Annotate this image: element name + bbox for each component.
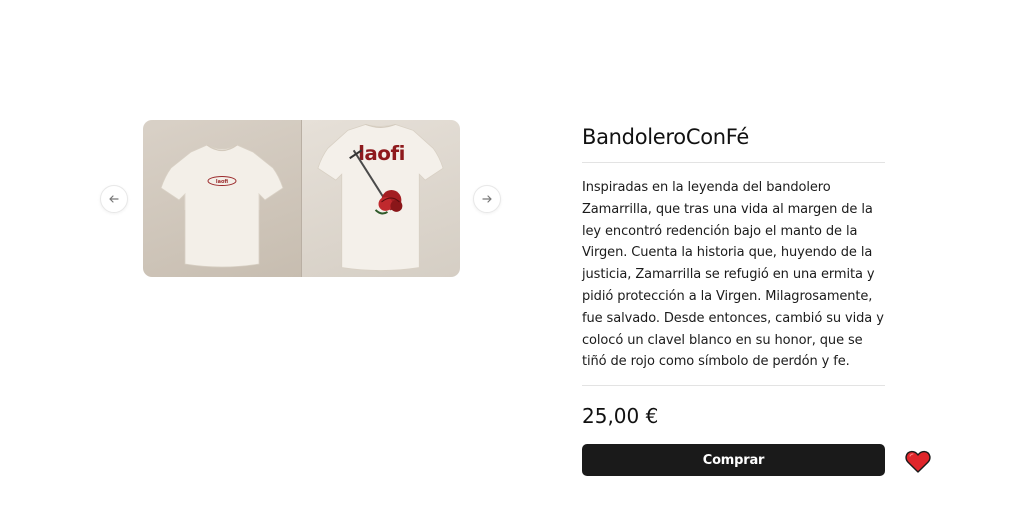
product-info: BandoleroConFé Inspiradas en la leyenda …: [582, 120, 885, 477]
favorite-button[interactable]: [905, 450, 931, 474]
buy-button[interactable]: Comprar: [582, 444, 885, 477]
arrow-right-icon: [482, 195, 492, 203]
gallery-next-button[interactable]: [473, 185, 501, 213]
gallery-prev-button[interactable]: [100, 185, 128, 213]
product-description: Inspiradas en la leyenda del bandolero Z…: [582, 180, 884, 370]
product-title: BandoleroConFé: [582, 125, 750, 149]
product-gallery: laofi laofi: [100, 120, 504, 277]
tshirt-back-image[interactable]: laofi: [301, 120, 460, 277]
divider: [582, 162, 885, 163]
tshirt-front-image[interactable]: laofi: [143, 120, 301, 277]
front-print-logo: laofi: [216, 179, 229, 185]
gallery-images: laofi laofi: [143, 120, 460, 277]
back-print-title: laofi: [358, 142, 405, 165]
tshirt-front-illustration: laofi: [160, 144, 284, 268]
divider: [582, 385, 885, 387]
tshirt-back-illustration: laofi: [317, 124, 444, 271]
arrow-left-icon: [109, 195, 119, 203]
heart-icon: [905, 450, 931, 473]
product-price: 25,00 €: [582, 404, 659, 429]
